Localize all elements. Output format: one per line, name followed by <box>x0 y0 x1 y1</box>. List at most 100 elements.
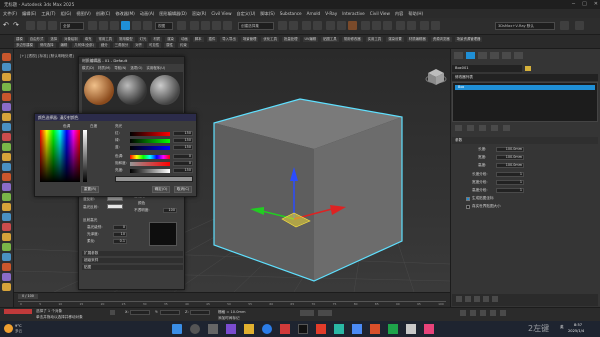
viewcube[interactable] <box>425 69 447 85</box>
value-slider[interactable] <box>130 169 170 173</box>
select-scale-icon[interactable] <box>143 21 152 30</box>
3ds-max-icon[interactable] <box>334 324 344 334</box>
menu-item-modifiers[interactable]: 修改器(M) <box>115 11 134 17</box>
render-production-icon[interactable] <box>383 21 392 30</box>
saturation-input[interactable]: 0 <box>173 161 193 166</box>
isolate-selection-icon[interactable] <box>110 310 115 315</box>
orbit-icon[interactable] <box>490 310 496 316</box>
z-coordinate-input[interactable] <box>190 310 210 315</box>
ribbon-tab[interactable]: 填充 <box>82 37 94 42</box>
height-input[interactable]: 100.0mm <box>496 163 524 168</box>
tool-icon[interactable] <box>2 173 11 181</box>
menu-item-mode[interactable]: 模式(D) <box>82 65 94 70</box>
value-input[interactable]: 150 <box>173 168 193 173</box>
redo-icon[interactable]: ↷ <box>13 21 22 30</box>
modifier-stack-item-box[interactable]: Box <box>455 85 595 90</box>
menu-item-material[interactable]: 材质(M) <box>98 65 110 70</box>
tool-icon[interactable] <box>2 183 11 191</box>
undo-icon[interactable]: ↶ <box>3 21 12 30</box>
material-editor-icon[interactable] <box>348 21 357 30</box>
taskbar-app-icon[interactable] <box>226 324 236 334</box>
hue-slider[interactable] <box>130 155 170 159</box>
render-setup-icon[interactable] <box>361 21 370 30</box>
mirror-icon[interactable] <box>278 21 287 30</box>
reset-button[interactable]: 重置(R) <box>81 186 99 193</box>
set-key-button[interactable] <box>318 310 332 316</box>
soften-input[interactable]: 0.1 <box>113 239 127 244</box>
next-frame-icon[interactable] <box>483 296 489 302</box>
glossiness-input[interactable]: 10 <box>113 232 127 237</box>
ribbon-tool[interactable]: 可见性 <box>147 43 162 48</box>
edge-icon[interactable] <box>262 324 272 334</box>
sample-sphere-default[interactable] <box>150 75 180 105</box>
reference-coordinate-dropdown[interactable]: 视图 <box>155 22 173 30</box>
hue-blackness-field[interactable] <box>40 130 80 182</box>
link-icon[interactable] <box>26 21 35 30</box>
maximize-viewport-icon[interactable] <box>500 310 506 316</box>
menu-item-help[interactable]: 帮助(H) <box>408 11 423 17</box>
ribbon-tab[interactable]: 材质编辑器 <box>406 37 428 42</box>
minimize-icon[interactable]: ─ <box>572 1 575 7</box>
x-coordinate-input[interactable] <box>130 310 150 315</box>
menu-item-views[interactable]: 视图(V) <box>76 11 91 17</box>
maxscript-listener[interactable] <box>4 309 32 314</box>
play-icon[interactable] <box>474 296 480 302</box>
ribbon-tab[interactable]: 脚本 <box>192 37 204 42</box>
pivot-center-icon[interactable] <box>177 21 186 30</box>
pan-icon[interactable] <box>480 310 486 316</box>
tool-icon[interactable] <box>2 113 11 121</box>
menu-item-interactive[interactable]: Interactive <box>342 11 365 16</box>
rollout-extended-parameters[interactable]: 扩展参数 <box>82 251 183 256</box>
modifier-list-dropdown[interactable]: 修改器列表 <box>452 74 598 81</box>
select-rotate-icon[interactable] <box>132 21 141 30</box>
zoom-icon[interactable] <box>460 310 466 316</box>
ribbon-tab[interactable]: UV编辑 <box>302 37 319 42</box>
sample-sphere-default[interactable] <box>117 75 147 105</box>
menu-item-vray[interactable]: V-Ray <box>325 11 337 16</box>
real-world-map-size-checkbox[interactable] <box>466 205 470 209</box>
task-view-icon[interactable] <box>208 324 218 334</box>
unlink-icon[interactable] <box>37 21 46 30</box>
percent-snap-icon[interactable] <box>212 21 221 30</box>
schematic-view-icon[interactable] <box>337 21 346 30</box>
tool-icon[interactable] <box>2 233 11 241</box>
ribbon-tab[interactable]: 对象绘制 <box>62 37 80 42</box>
menu-item-file[interactable]: 文件(F) <box>3 11 17 17</box>
tool-icon[interactable] <box>2 253 11 261</box>
show-end-result-icon[interactable] <box>467 125 474 131</box>
tool-icon[interactable] <box>2 63 11 71</box>
windows-start-icon[interactable] <box>172 324 182 334</box>
ribbon-tool[interactable]: 修改选择 <box>37 43 56 48</box>
taskbar-app-icon[interactable] <box>370 324 380 334</box>
tool-icon[interactable] <box>2 53 11 61</box>
specular-color-swatch[interactable] <box>107 204 123 209</box>
tool-icon[interactable] <box>2 213 11 221</box>
ribbon-tab[interactable]: 自由形式 <box>27 37 46 42</box>
menu-item-create[interactable]: 创建(C) <box>96 11 111 17</box>
spec-level-input[interactable]: 0 <box>113 225 127 230</box>
search-icon[interactable] <box>190 324 200 334</box>
red-slider[interactable] <box>130 132 170 136</box>
menu-item-civil[interactable]: Civil View <box>211 11 231 16</box>
ribbon-tab[interactable]: 材质 <box>151 37 163 42</box>
ribbon-tab[interactable]: 插件 <box>206 37 218 42</box>
height-segs-input[interactable]: 1 <box>496 188 524 193</box>
auto-key-button[interactable] <box>300 310 314 316</box>
vray-render-icon[interactable] <box>396 21 405 30</box>
tool-icon[interactable] <box>2 243 11 251</box>
blue-slider[interactable] <box>130 146 170 150</box>
ribbon-tab[interactable]: 优化工具 <box>261 37 279 42</box>
named-selection-sets-dropdown[interactable]: 创建选择集 <box>238 22 274 30</box>
menu-item-utilities[interactable]: 实用程序(U) <box>146 65 165 70</box>
ribbon-tab[interactable]: 贴图工具 <box>321 37 339 42</box>
menu-item-civil-view[interactable]: Civil View <box>370 11 390 16</box>
tool-icon[interactable] <box>2 133 11 141</box>
go-to-start-icon[interactable] <box>456 296 462 302</box>
menu-item-tools[interactable]: 工具(T) <box>41 11 55 17</box>
opacity-input[interactable]: 100 <box>163 208 177 213</box>
ribbon-tab[interactable]: 场景资源管理器 <box>454 37 483 42</box>
taskbar-app-icon[interactable] <box>352 324 362 334</box>
ribbon-tab[interactable]: 常用修改器 <box>341 37 363 42</box>
taskbar-app-icon[interactable] <box>388 324 398 334</box>
parameters-rollout-header[interactable]: 参数 <box>452 137 598 144</box>
